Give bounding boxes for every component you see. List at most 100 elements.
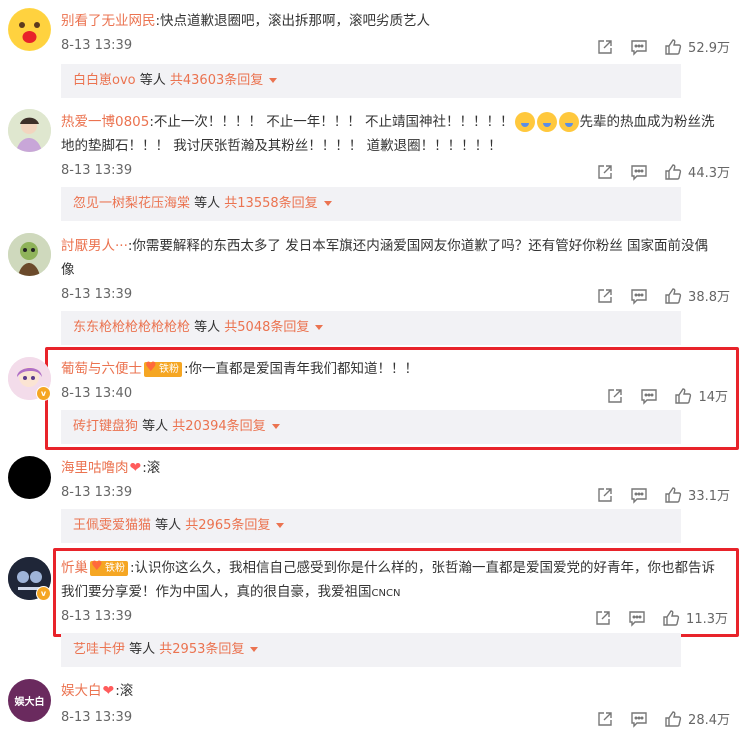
- like-count: 44.3万: [688, 166, 730, 181]
- reply-user[interactable]: 白白崽ovo: [73, 73, 136, 88]
- reply-user[interactable]: 艺哇卡伊: [73, 642, 125, 657]
- comment-time: 8-13 13:39: [61, 287, 133, 302]
- like-button[interactable]: 38.8万: [664, 286, 730, 305]
- reply-mid: 等人: [138, 419, 173, 434]
- fan-badge: 铁粉: [144, 360, 182, 377]
- comment-text: 热爱一博0805:不止一次！！！！ 不止一年！！！ 不止靖国神社！！！！！ 先辈的…: [61, 110, 720, 158]
- username-link[interactable]: 討厭男人···: [61, 238, 128, 254]
- heart-badge-icon: ❤: [102, 683, 115, 699]
- avatar-text: 娱大白: [14, 697, 45, 708]
- reply-count[interactable]: 共2965条回复: [185, 518, 270, 533]
- chevron-down-icon: [250, 647, 259, 652]
- like-count: 52.9万: [688, 41, 730, 56]
- comment-icon[interactable]: [630, 287, 648, 305]
- share-icon[interactable]: [596, 38, 614, 56]
- comment-actions: 52.9万: [580, 37, 730, 56]
- comment-icon[interactable]: [630, 38, 648, 56]
- thumbs-up-icon: [664, 710, 682, 728]
- reply-count[interactable]: 共20394条回复: [172, 419, 265, 434]
- reply-summary[interactable]: 王佩雯爱猫猫 等人 共2965条回复: [61, 509, 681, 543]
- verified-badge-icon: v: [36, 586, 51, 601]
- crying-emoji-icon: [536, 112, 557, 132]
- reply-mid: 等人: [151, 518, 186, 533]
- reply-user[interactable]: 东东枪枪枪枪枪枪枪: [73, 320, 190, 335]
- thumbs-up-icon: [664, 163, 682, 181]
- chevron-down-icon: [315, 325, 324, 330]
- crying-emoji-icon: [558, 112, 579, 132]
- comment-text: 忻巢铁粉:认识你这么久，我相信自己感受到你是什么样的，张哲瀚一直都是爱国爱党的好…: [61, 556, 720, 606]
- crying-emoji-icon: [514, 112, 535, 132]
- like-count: 28.4万: [688, 713, 730, 728]
- comment-actions: 11.3万: [578, 608, 728, 627]
- avatar[interactable]: [8, 109, 51, 152]
- heart-badge-icon: ❤: [129, 460, 142, 476]
- comment-actions: 33.1万: [580, 485, 730, 504]
- comment-time: 8-13 13:39: [61, 163, 133, 178]
- comment-icon[interactable]: [628, 609, 646, 627]
- reply-count[interactable]: 共2953条回复: [159, 642, 244, 657]
- comment-time: 8-13 13:39: [61, 38, 133, 53]
- like-count: 38.8万: [688, 290, 730, 305]
- username-link[interactable]: 娱大白: [61, 683, 102, 699]
- thumbs-up-icon: [664, 486, 682, 504]
- avatar[interactable]: [8, 456, 51, 499]
- comment-icon[interactable]: [640, 387, 658, 405]
- fan-badge: 铁粉: [90, 559, 128, 576]
- chevron-down-icon: [269, 78, 278, 83]
- chevron-down-icon: [271, 424, 280, 429]
- avatar[interactable]: 娱大白: [8, 679, 51, 722]
- reply-summary[interactable]: 忽见一树梨花压海棠 等人 共13558条回复: [61, 187, 681, 221]
- comment-text: 海里咕噜肉❤:滚: [61, 456, 720, 480]
- reply-count[interactable]: 共13558条回复: [224, 196, 317, 211]
- like-button[interactable]: 11.3万: [662, 608, 728, 627]
- comment-time: 8-13 13:39: [61, 485, 133, 500]
- comment-content: :你需要解释的东西太多了 发日本军旗还内涵爱国网友你道歉了吗？还有管好你粉丝 国…: [61, 238, 709, 278]
- share-icon[interactable]: [594, 609, 612, 627]
- share-icon[interactable]: [606, 387, 624, 405]
- like-count: 11.3万: [686, 612, 728, 627]
- reply-summary[interactable]: 砖打键盘狗 等人 共20394条回复: [61, 410, 681, 444]
- share-icon[interactable]: [596, 163, 614, 181]
- share-icon[interactable]: [596, 486, 614, 504]
- username-link[interactable]: 海里咕噜肉: [61, 460, 129, 476]
- reply-mid: 等人: [190, 320, 225, 335]
- comment-time: 8-13 13:39: [61, 710, 133, 725]
- reply-user[interactable]: 砖打键盘狗: [73, 419, 138, 434]
- like-button[interactable]: 52.9万: [664, 37, 730, 56]
- share-icon[interactable]: [596, 287, 614, 305]
- avatar[interactable]: [8, 8, 51, 51]
- username-link[interactable]: 忻巢: [61, 560, 88, 576]
- reply-user[interactable]: 忽见一树梨花压海棠: [73, 196, 190, 211]
- comment-content: :快点道歉退圈吧，滚出拆那啊，滚吧劣质艺人: [155, 13, 431, 29]
- reply-user[interactable]: 王佩雯爱猫猫: [73, 518, 151, 533]
- avatar[interactable]: [8, 233, 51, 276]
- comment-content: :滚: [115, 683, 134, 699]
- comment-actions: 38.8万: [580, 286, 730, 305]
- username-link[interactable]: 热爱一博0805: [61, 114, 149, 130]
- comment-time: 8-13 13:40: [61, 386, 133, 401]
- comment-content-tail: CNCN: [371, 588, 401, 599]
- reply-summary[interactable]: 艺哇卡伊 等人 共2953条回复: [61, 633, 681, 667]
- like-button[interactable]: 14万: [674, 386, 728, 405]
- comment-text: 討厭男人···:你需要解释的东西太多了 发日本军旗还内涵爱国网友你道歉了吗？还有…: [61, 234, 720, 282]
- reply-summary[interactable]: 东东枪枪枪枪枪枪枪 等人 共5048条回复: [61, 311, 681, 345]
- comment-content: :滚: [142, 460, 161, 476]
- comment-icon[interactable]: [630, 163, 648, 181]
- reply-count[interactable]: 共43603条回复: [170, 73, 263, 88]
- like-button[interactable]: 33.1万: [664, 485, 730, 504]
- thumbs-up-icon: [664, 38, 682, 56]
- reply-summary[interactable]: 白白崽ovo 等人 共43603条回复: [61, 64, 681, 98]
- comment-icon[interactable]: [630, 486, 648, 504]
- verified-badge-icon: v: [36, 386, 51, 401]
- thumbs-up-icon: [664, 287, 682, 305]
- username-link[interactable]: 葡萄与六便士: [61, 361, 142, 377]
- username-link[interactable]: 别看了无业网民: [61, 13, 156, 29]
- reply-mid: 等人: [190, 196, 225, 211]
- like-button[interactable]: 44.3万: [664, 162, 730, 181]
- reply-count[interactable]: 共5048条回复: [224, 320, 309, 335]
- comment-icon[interactable]: [630, 710, 648, 728]
- share-icon[interactable]: [596, 710, 614, 728]
- comment-text: 娱大白❤:滚: [61, 679, 720, 703]
- comment-text: 葡萄与六便士铁粉:你一直都是爱国青年我们都知道！！！: [61, 357, 720, 381]
- like-button[interactable]: 28.4万: [664, 709, 730, 728]
